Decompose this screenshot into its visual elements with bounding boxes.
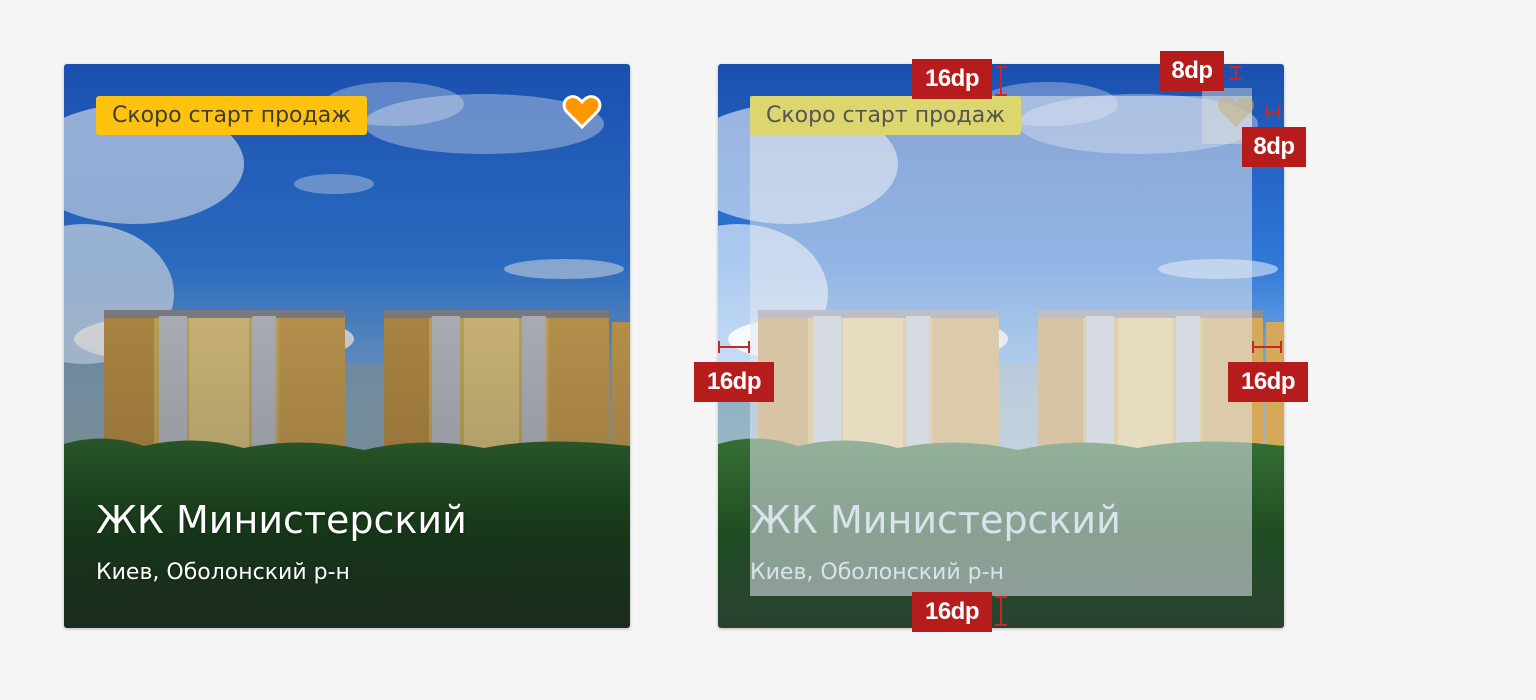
spec-tag-top-padding: 16dp — [912, 59, 992, 99]
sale-status-badge: Скоро старт продаж — [96, 96, 368, 135]
spec-line-left-cap-a — [718, 341, 720, 353]
spec-line-top-cap-b — [995, 94, 1007, 96]
spec-tag-bottom-padding: 16dp — [912, 592, 992, 632]
spec-line-bottom-cap-b — [995, 624, 1007, 626]
spec-line-right-cap-b — [1280, 341, 1282, 353]
spec-line-top — [1000, 66, 1002, 96]
spec-line-left-cap-b — [748, 341, 750, 353]
spec-tag-heart-right: 8dp — [1242, 127, 1306, 167]
heart-icon — [562, 95, 602, 130]
spec-line-heart-right-cap-a — [1266, 106, 1268, 118]
property-location: Киев, Оболонский р-н — [96, 560, 350, 585]
sale-status-badge: Скоро старт продаж — [750, 96, 1022, 135]
spec-tag-heart-top: 8dp — [1160, 51, 1224, 91]
spec-line-right — [1252, 346, 1282, 348]
spec-line-top-cap-a — [995, 66, 1007, 68]
heart-icon — [1218, 96, 1254, 127]
spec-line-heart-top-cap-a — [1230, 66, 1242, 68]
spec-line-bottom-cap-a — [995, 596, 1007, 598]
spec-tag-right-padding: 16dp — [1228, 362, 1308, 402]
spec-line-left — [718, 346, 750, 348]
property-title: ЖК Министерский — [750, 498, 1121, 542]
favorite-button[interactable] — [1216, 92, 1256, 132]
property-card-spec[interactable]: Скоро старт продаж ЖК Министерский Киев,… — [718, 64, 1284, 628]
spec-line-heart-right-cap-b — [1278, 106, 1280, 118]
property-location: Киев, Оболонский р-н — [750, 560, 1004, 585]
spec-line-heart-top-cap-b — [1230, 78, 1242, 80]
favorite-button[interactable] — [562, 92, 602, 132]
property-photo — [64, 64, 630, 628]
property-card[interactable]: Скоро старт продаж ЖК Министерский Киев,… — [64, 64, 630, 628]
spec-line-right-cap-a — [1252, 341, 1254, 353]
spec-line-bottom — [1000, 596, 1002, 626]
spec-tag-left-padding: 16dp — [694, 362, 774, 402]
property-title: ЖК Министерский — [96, 498, 467, 542]
